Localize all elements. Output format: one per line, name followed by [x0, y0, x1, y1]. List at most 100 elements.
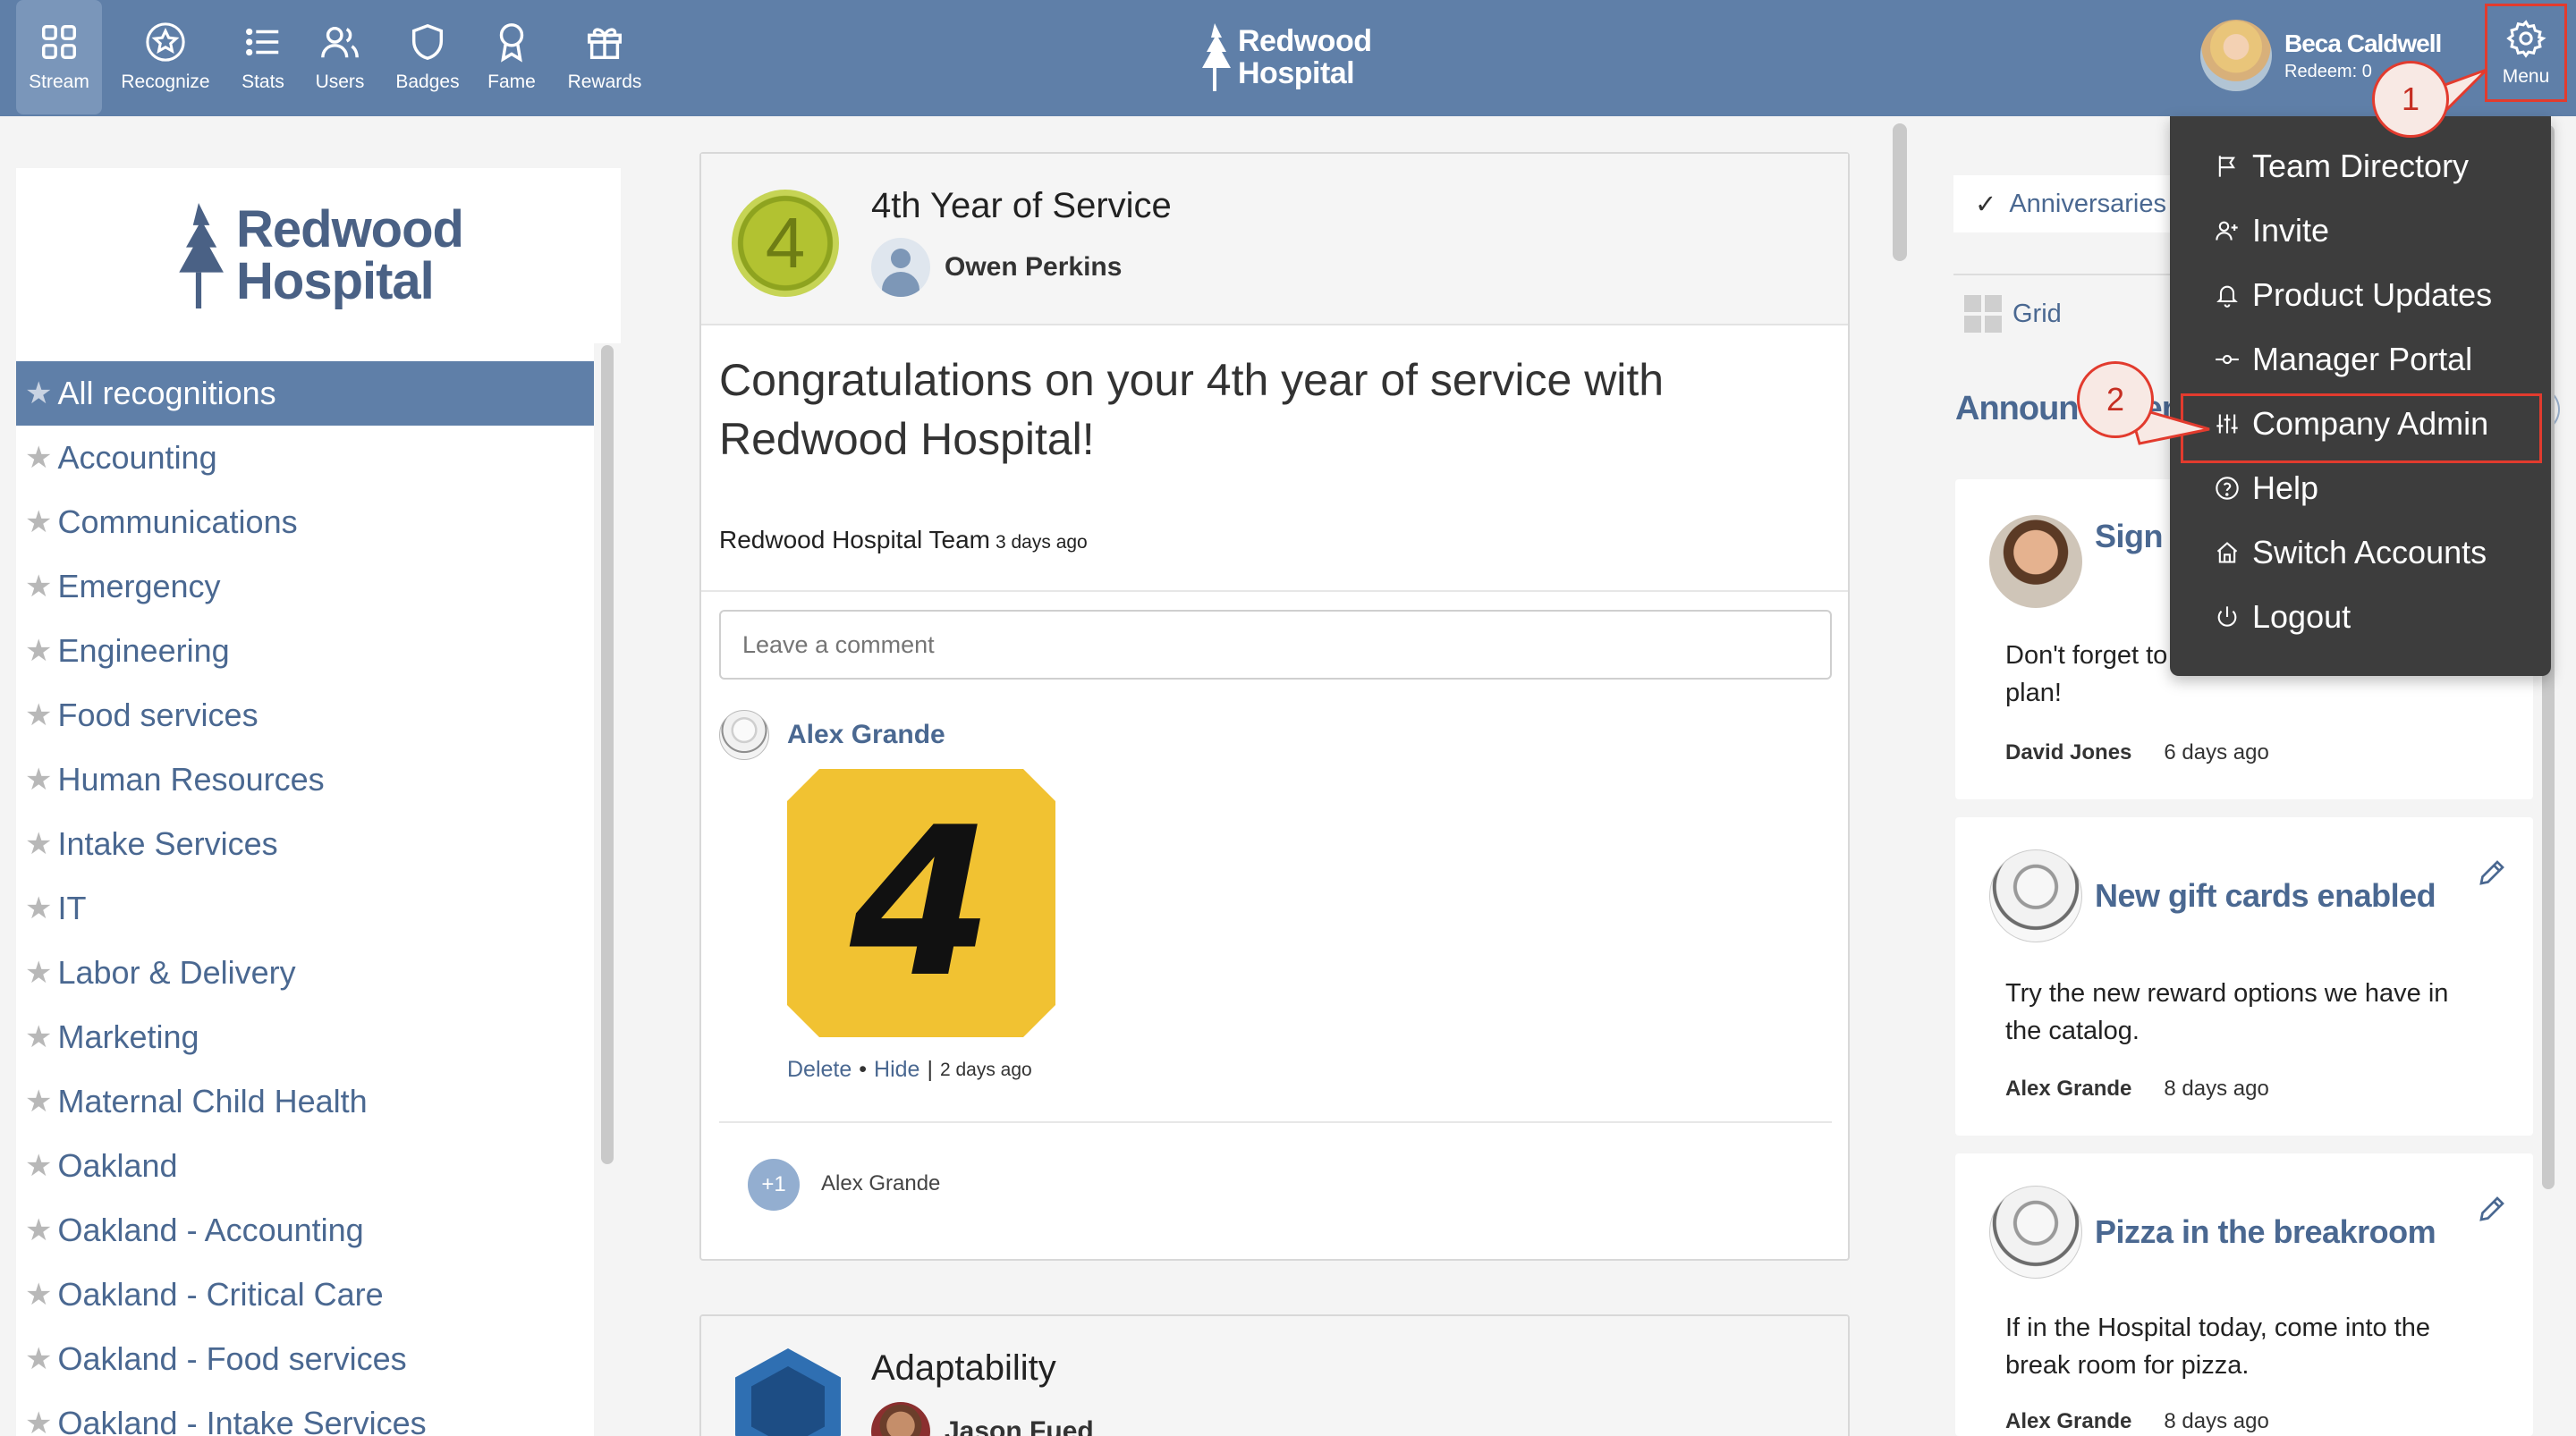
star-icon: ★ [25, 634, 53, 668]
pencil-icon[interactable] [2476, 857, 2508, 889]
menu-item-label: Product Updates [2252, 276, 2493, 313]
category-item[interactable]: ★ Engineering [16, 619, 594, 683]
sidebar-logo-card: Redwood Hospital [16, 168, 621, 343]
top-nav-bar: Stream Recognize Stats Users Badges Fame… [0, 0, 2576, 116]
gear-icon [2506, 20, 2546, 58]
sidebar-logo-text: Redwood Hospital [236, 200, 464, 310]
brand-logo[interactable]: Redwood Hospital [1199, 21, 1372, 93]
announcement-body-3: If in the Hospital today, come into the … [2005, 1314, 2431, 1380]
avatar [1989, 515, 2082, 608]
announcement-title-3[interactable]: Pizza in the breakroom [2095, 1211, 2470, 1254]
grid-icon [42, 25, 76, 59]
menu-item-label: Help [2252, 469, 2319, 506]
star-icon: ★ [25, 891, 53, 925]
category-label: Oakland - Critical Care [57, 1276, 384, 1313]
menu-item-label: Invite [2252, 212, 2330, 249]
announcement-card-2: New gift cards enabled Try the new rewar… [1955, 817, 2533, 1136]
announcement-author-3: Alex Grande [2005, 1409, 2132, 1433]
category-item[interactable]: ★ Marketing [16, 1005, 594, 1069]
menu-button-label: Menu [2502, 66, 2550, 87]
recognition-title-2[interactable]: Adaptability [871, 1348, 1056, 1389]
recipient-2[interactable]: Jason Fued [871, 1402, 1094, 1436]
sidebar-scrollbar[interactable] [601, 345, 614, 1164]
category-item[interactable]: ★ Accounting [16, 426, 594, 490]
divider [719, 1121, 1832, 1123]
star-icon: ★ [25, 505, 53, 539]
grid-label: Grid [2012, 299, 2062, 328]
nav-stats[interactable]: Stats [229, 0, 297, 114]
sidebar-logo-line-2: Hospital [236, 252, 435, 310]
nav-users[interactable]: Users [306, 0, 374, 114]
menu-item-logout[interactable]: Logout [2170, 585, 2551, 649]
menu-item-invite[interactable]: Invite [2170, 199, 2551, 263]
category-item[interactable]: ★ Oakland [16, 1134, 594, 1198]
category-item[interactable]: ★ Intake Services [16, 812, 594, 876]
announcement-title-2[interactable]: New gift cards enabled [2095, 874, 2470, 917]
menu-item-switch-accounts[interactable]: Switch Accounts [2170, 520, 2551, 585]
category-label: Oakland - Accounting [57, 1212, 364, 1248]
menu-item-product-updates[interactable]: Product Updates [2170, 263, 2551, 327]
sidebar-logo-line-1: Redwood [236, 200, 464, 258]
nav-badges[interactable]: Badges [390, 0, 465, 114]
power-icon [2217, 606, 2237, 627]
category-item[interactable]: ★ Labor & Delivery [16, 941, 594, 1005]
menu-item-label: Manager Portal [2252, 341, 2473, 377]
person-icon [871, 238, 930, 297]
category-item[interactable]: ★ IT [16, 876, 594, 941]
category-label: Engineering [57, 632, 230, 669]
comment-input[interactable] [719, 610, 1832, 680]
recognition-card-2: Adaptability Jason Fued [699, 1314, 1850, 1436]
tree-icon [179, 203, 224, 308]
nav-recognize[interactable]: Recognize [116, 0, 215, 114]
delete-link[interactable]: Delete [787, 1057, 852, 1083]
avatar [871, 1402, 930, 1436]
category-item[interactable]: ★ Oakland - Intake Services [16, 1391, 594, 1436]
avatar [1989, 1186, 2082, 1279]
menu-item-label: Logout [2252, 598, 2351, 635]
pencil-icon[interactable] [2476, 1193, 2508, 1225]
bell-icon [2216, 285, 2238, 308]
category-label: Communications [57, 503, 298, 540]
brand-line-2: Hospital [1238, 56, 1355, 90]
view-grid-option[interactable]: Grid [1964, 295, 2062, 333]
category-item[interactable]: ★ Oakland - Accounting [16, 1198, 594, 1263]
recipient[interactable]: Owen Perkins [871, 238, 1122, 297]
user-plus-icon [2216, 221, 2238, 241]
comment-timestamp: 2 days ago [939, 1059, 1032, 1080]
flag-icon [2218, 156, 2235, 177]
avatar [2200, 20, 2272, 91]
adaptability-badge-icon [735, 1348, 841, 1436]
nav-rewards[interactable]: Rewards [560, 0, 649, 114]
users-icon [321, 26, 359, 58]
category-item[interactable]: ★ Oakland - Food services [16, 1327, 594, 1391]
announcement-ago-3: 8 days ago [2164, 1409, 2269, 1433]
menu-item-help[interactable]: Help [2170, 456, 2551, 520]
category-item[interactable]: ★ Communications [16, 490, 594, 554]
feed-scrollbar[interactable] [1893, 123, 1907, 261]
filter-anniversaries-label: Anniversaries [2009, 189, 2166, 218]
announcement-meta-3: Alex Grande 8 days ago [2005, 1409, 2269, 1434]
star-icon: ★ [25, 1406, 53, 1436]
category-item[interactable]: ★ Oakland - Critical Care [16, 1263, 594, 1327]
star-icon: ★ [25, 956, 53, 990]
star-icon: ★ [25, 1085, 53, 1119]
hide-link[interactable]: Hide [874, 1057, 919, 1083]
filter-anniversaries[interactable]: ✓ Anniversaries [1953, 175, 2204, 232]
divider [701, 590, 1848, 592]
category-item[interactable]: ★ Maternal Child Health [16, 1069, 594, 1134]
announcement-meta-2: Alex Grande 8 days ago [2005, 1077, 2269, 1102]
category-label: Labor & Delivery [57, 954, 296, 991]
category-item[interactable]: ★ Human Resources [16, 748, 594, 812]
category-all-recognitions[interactable]: ★ All recognitions [16, 361, 594, 426]
nav-stream[interactable]: Stream [16, 0, 102, 114]
comment-image: 4 [787, 769, 1055, 1037]
nav-fame[interactable]: Fame [478, 0, 546, 114]
recognition-from: Redwood Hospital Team 3 days ago [719, 526, 1088, 554]
category-label: Intake Services [57, 825, 278, 862]
category-item[interactable]: ★ Emergency [16, 554, 594, 619]
category-item[interactable]: ★ Food services [16, 683, 594, 748]
comment-author[interactable]: Alex Grande [719, 710, 945, 760]
plus-one-button[interactable]: +1 [748, 1159, 800, 1211]
comment-image-text: 4 [849, 783, 994, 1023]
recognition-title[interactable]: 4th Year of Service [871, 186, 1172, 226]
